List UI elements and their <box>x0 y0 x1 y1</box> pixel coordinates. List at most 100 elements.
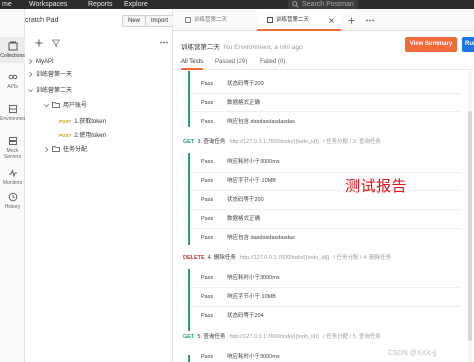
filter-all-tests[interactable]: All Tests <box>181 59 204 70</box>
menu-home[interactable]: me <box>2 0 12 9</box>
tab-bar: 训练营第二天 训练营第二天 <box>173 9 474 31</box>
pass-label: Pass <box>201 159 214 165</box>
request-path: / 任务分配 / 4. 删除任务 <box>333 255 392 261</box>
rail-apis[interactable]: APIs <box>0 72 25 90</box>
request-row[interactable]: GET 5. 查询任务 http://127.0.0.1:7600/todo/{{t… <box>183 331 381 343</box>
folder-icon <box>52 146 60 153</box>
pass-label: Pass <box>201 119 214 125</box>
assertion-row: Pass 状态码等于204 <box>201 310 264 322</box>
close-icon[interactable] <box>329 18 334 23</box>
assertion-text: 响应包含 dasdasdasdasdas <box>227 235 295 241</box>
pass-indicator <box>188 269 190 331</box>
method-badge: POST <box>59 119 72 124</box>
filter-passed[interactable]: Passed (29) <box>215 59 247 65</box>
top-bar: me Workspaces Reports Explore Search Pos… <box>0 0 474 9</box>
request-path: / 任务分配 / 5. 查询任务 <box>323 334 381 340</box>
assertion-row: Pass 响应包含 dasdasdasdasdas <box>201 232 295 244</box>
search-input[interactable]: Search Postman <box>288 0 358 9</box>
tab-run-1[interactable]: 训练营第二天 <box>175 9 253 31</box>
more-icon[interactable] <box>160 41 168 44</box>
assertion-row: Pass 数据格式正确 <box>201 213 260 225</box>
new-button[interactable]: New <box>122 15 147 27</box>
tree-item-myapi[interactable]: MyAPI <box>28 56 54 68</box>
search-icon <box>292 1 299 8</box>
tree-item-user-account[interactable]: 用户账号 <box>44 100 87 112</box>
menu-reports[interactable]: Reports <box>88 0 113 9</box>
divider <box>191 287 461 288</box>
menu-explore[interactable]: Explore <box>124 0 148 9</box>
assertion-text: 状态码等于200 <box>227 197 264 203</box>
results-list: Pass 状态码等于200 Pass 数据格式正确 Pass 响应包含 dasdasd… <box>173 71 468 362</box>
import-button[interactable]: Import <box>145 15 175 27</box>
workspace-name: cratch Pad <box>25 17 59 24</box>
assertion-row: Pass 响应耗时小于3000ms <box>201 272 280 284</box>
environments-icon <box>8 105 17 113</box>
tree-item-day2[interactable]: 训练营第二天 <box>28 85 72 97</box>
assertion-row: Pass 响应字节小于 10MB <box>201 291 276 303</box>
tree-item-use-token[interactable]: POST 2.使用token <box>59 130 106 142</box>
assertion-row: Pass 数据格式正确 <box>201 97 260 109</box>
assertion-text: 响应耗时小于3000ms <box>227 275 280 281</box>
request-row[interactable]: GET 3. 查询任务 http://127.0.0.1:7600/todo/{{t… <box>183 136 381 148</box>
assertion-row: Pass 响应耗时小于3000ms <box>201 351 280 362</box>
sidebar: cratch Pad New Import MyAPI 训练营第一天 训练营第二… <box>25 9 175 362</box>
request-path: / 任务分配 / 3. 查询任务 <box>323 139 381 145</box>
tab-label: 训练营第二天 <box>276 17 310 23</box>
assertion-text: 响应字节小于 10MB <box>227 294 276 300</box>
tree-item-task-assign[interactable]: 任务分配 <box>44 144 87 156</box>
assertion-text: 响应耗时小于3000ms <box>227 159 280 165</box>
new-tab-icon[interactable] <box>348 17 355 24</box>
rail-environments[interactable]: Environments <box>0 104 31 122</box>
filter-icon[interactable] <box>52 39 60 47</box>
icon-rail: Collections APIs Environments Mock Serve… <box>0 9 31 362</box>
filter-failed[interactable]: Failed (0) <box>260 59 285 65</box>
tab-run-2[interactable]: 训练营第二天 <box>257 9 341 31</box>
pass-label: Pass <box>201 216 214 222</box>
request-name: 3. 查询任务 <box>197 139 226 145</box>
request-url: http://127.0.0.1:7600/todo/{{todo_id}} <box>229 139 320 145</box>
history-icon <box>8 192 17 202</box>
assertion-text: 数据格式正确 <box>227 100 261 106</box>
search-placeholder: Search Postman <box>302 1 354 8</box>
rail-mock-servers[interactable]: Mock Servers <box>0 136 25 160</box>
scrollbar-thumb[interactable] <box>468 111 472 341</box>
rail-label: Monitors <box>2 180 23 186</box>
folder-icon <box>52 102 60 109</box>
assertion-text: 响应耗时小于3000ms <box>227 354 280 360</box>
view-summary-button[interactable]: View Summary <box>405 37 457 52</box>
run-subtitle: No Environment, a min ago <box>224 44 303 51</box>
add-icon[interactable] <box>35 39 43 47</box>
request-url: http://127.0.0.1:7600/todo/{{todo_id}} <box>239 255 330 261</box>
chevron-right-icon <box>28 72 33 77</box>
pass-label: Pass <box>201 197 214 203</box>
chevron-down-icon <box>44 103 49 108</box>
method-badge: GET <box>183 334 195 340</box>
divider <box>191 228 461 229</box>
tree-label: 1.获取token <box>74 119 106 125</box>
tree-item-get-token[interactable]: POST 1.获取token <box>59 116 106 128</box>
run-again-button[interactable]: Run <box>462 37 474 52</box>
tree-label: 用户账号 <box>63 103 88 109</box>
run-title: 训练营第二天 <box>181 44 220 51</box>
request-row[interactable]: DELETE 4. 删除任务 http://127.0.0.1:7600/todo/… <box>183 252 391 264</box>
method-badge: GET <box>183 139 195 145</box>
tree-item-day1[interactable]: 训练营第一天 <box>28 69 72 81</box>
sidebar-toolbar <box>25 36 173 50</box>
menu-workspaces[interactable]: Workspaces <box>29 0 67 9</box>
method-badge: DELETE <box>183 255 205 261</box>
tree-label: MyAPI <box>36 59 54 65</box>
tab-label: 训练营第二天 <box>194 17 228 23</box>
assertion-row: Pass 响应耗时小于3000ms <box>201 156 280 168</box>
results-scrollbar[interactable] <box>468 71 472 362</box>
divider <box>191 111 461 112</box>
apis-icon <box>8 74 17 80</box>
rail-collections[interactable]: Collections <box>0 37 25 63</box>
chevron-down-icon <box>28 88 33 93</box>
run-header: 训练营第二天 No Environment, a min ago <box>181 41 303 51</box>
rail-history[interactable]: History <box>0 192 25 210</box>
pass-indicator <box>188 355 190 362</box>
chevron-right-icon <box>44 147 49 152</box>
rail-monitors[interactable]: Monitors <box>0 168 25 186</box>
request-name: 4. 删除任务 <box>207 255 236 261</box>
tab-more-icon[interactable] <box>366 19 374 22</box>
